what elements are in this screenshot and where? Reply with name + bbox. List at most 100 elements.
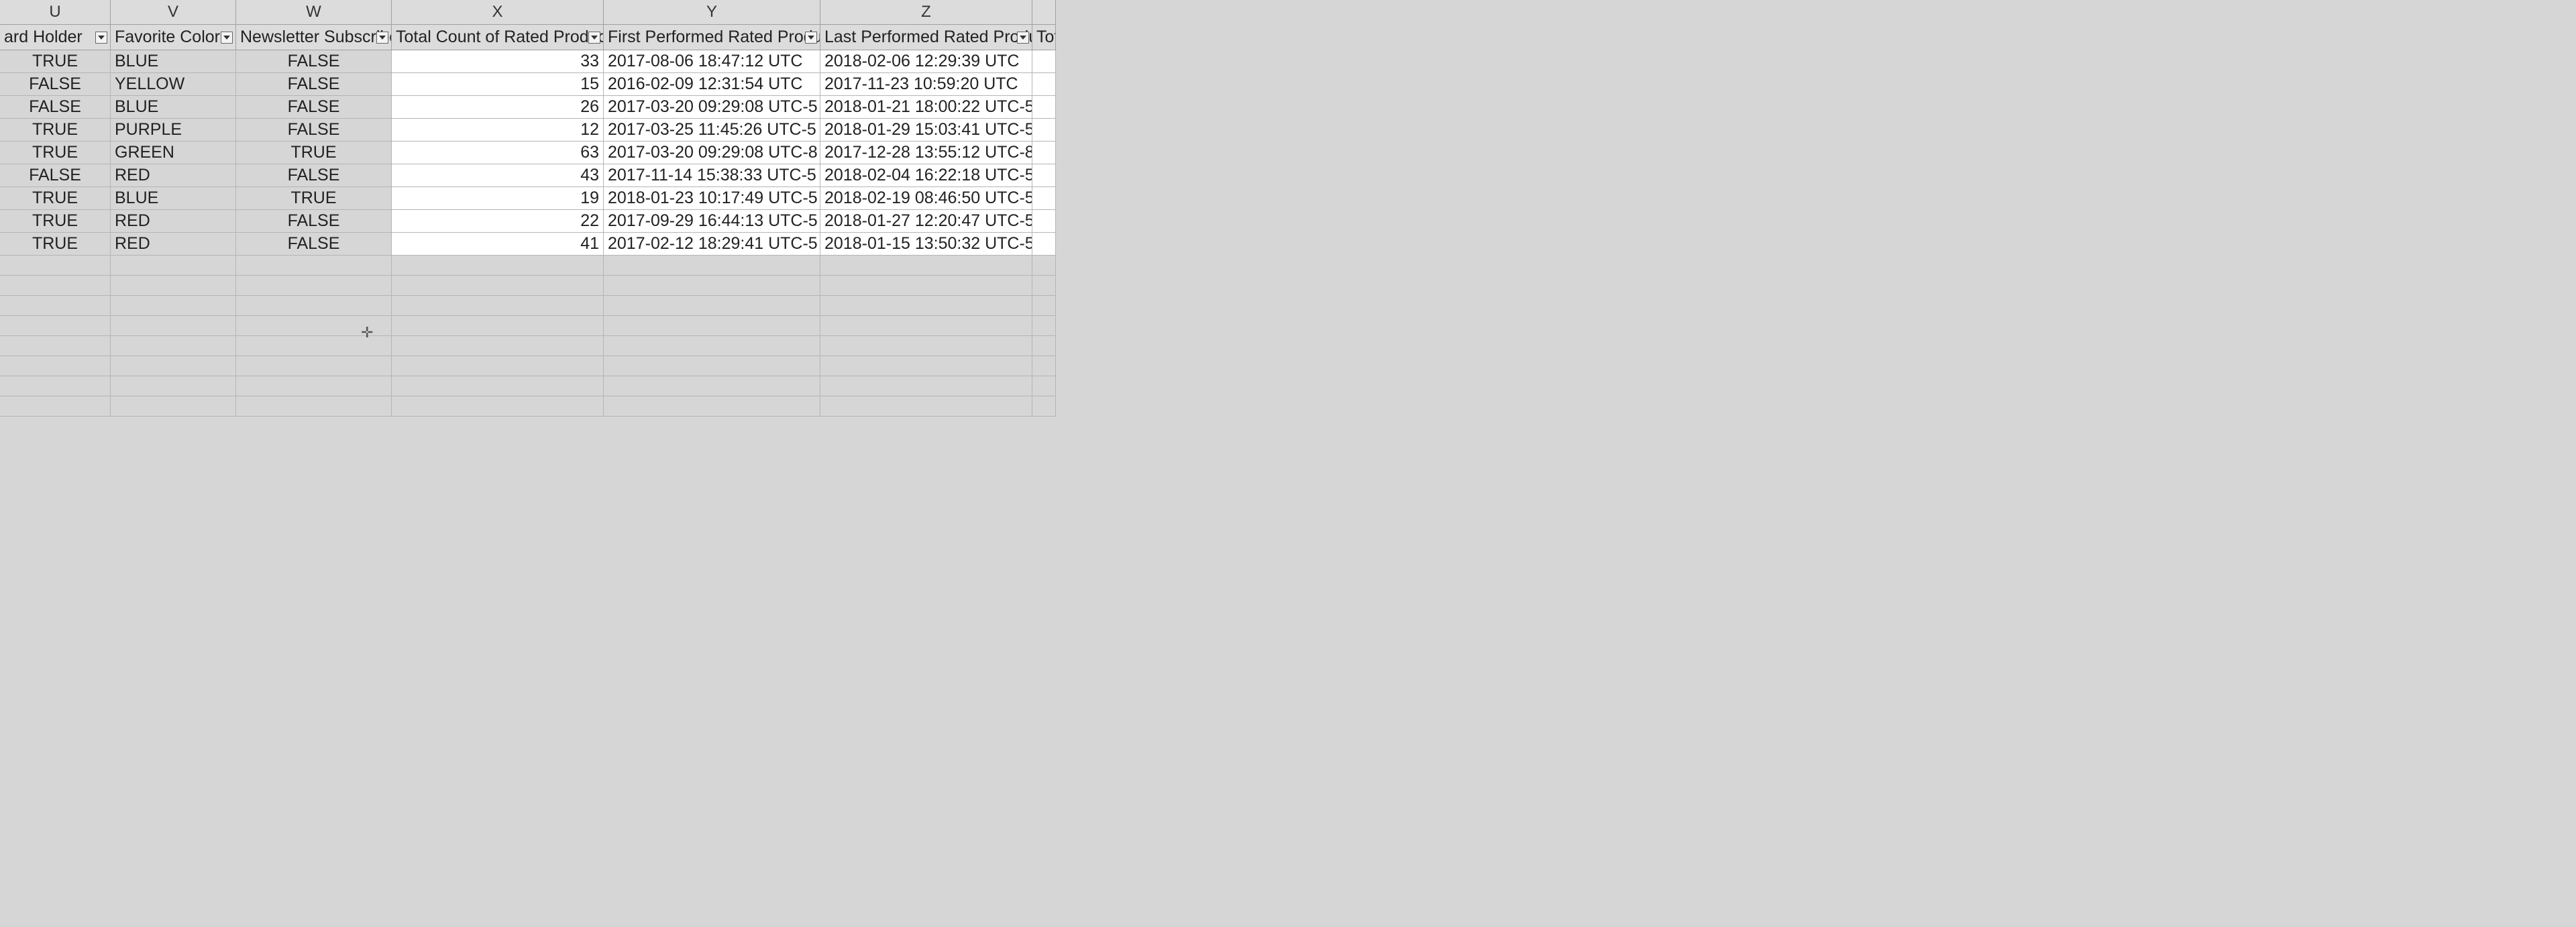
- empty-cell[interactable]: [236, 276, 392, 296]
- cell[interactable]: FALSE: [236, 119, 392, 142]
- column-header-w[interactable]: W: [236, 0, 392, 25]
- filter-header[interactable]: Last Performed Rated Product: [820, 25, 1032, 50]
- empty-cell[interactable]: [1032, 396, 1056, 417]
- cell[interactable]: 41: [392, 233, 604, 256]
- filter-dropdown-icon[interactable]: [805, 32, 817, 44]
- empty-cell[interactable]: [1032, 256, 1056, 276]
- cell[interactable]: 2017-03-20 09:29:08 UTC-8: [604, 142, 820, 164]
- empty-cell[interactable]: [820, 316, 1032, 336]
- empty-cell[interactable]: [0, 276, 111, 296]
- empty-cell[interactable]: [392, 296, 604, 316]
- cell[interactable]: 19: [392, 187, 604, 210]
- empty-cell[interactable]: [111, 356, 236, 376]
- cell[interactable]: FALSE: [236, 96, 392, 119]
- cell[interactable]: 2017-12-28 13:55:12 UTC-8: [820, 142, 1032, 164]
- filter-dropdown-icon[interactable]: [588, 32, 600, 44]
- empty-cell[interactable]: [392, 276, 604, 296]
- column-header-overflow[interactable]: [1032, 0, 1056, 25]
- filter-header-overflow[interactable]: Tot: [1032, 25, 1056, 50]
- cell[interactable]: FALSE: [0, 73, 111, 96]
- cell[interactable]: TRUE: [236, 142, 392, 164]
- empty-cell[interactable]: [820, 256, 1032, 276]
- empty-cell[interactable]: [1032, 276, 1056, 296]
- empty-cell[interactable]: [392, 336, 604, 356]
- filter-dropdown-icon[interactable]: [221, 32, 233, 44]
- cell[interactable]: TRUE: [0, 210, 111, 233]
- cell[interactable]: 15: [392, 73, 604, 96]
- cell[interactable]: 22: [392, 210, 604, 233]
- cell[interactable]: 26: [392, 96, 604, 119]
- cell[interactable]: TRUE: [0, 50, 111, 73]
- empty-cell[interactable]: [111, 376, 236, 396]
- cell[interactable]: 2018-01-21 18:00:22 UTC-5: [820, 96, 1032, 119]
- cell[interactable]: 2017-02-12 18:29:41 UTC-5: [604, 233, 820, 256]
- empty-cell[interactable]: [0, 376, 111, 396]
- cell[interactable]: YELLOW: [111, 73, 236, 96]
- cell[interactable]: TRUE: [0, 119, 111, 142]
- empty-cell[interactable]: [111, 316, 236, 336]
- empty-cell[interactable]: [604, 396, 820, 417]
- cell[interactable]: FALSE: [236, 164, 392, 187]
- empty-cell[interactable]: [604, 356, 820, 376]
- empty-cell[interactable]: [1032, 296, 1056, 316]
- cell-overflow[interactable]: [1032, 119, 1056, 142]
- column-header-z[interactable]: Z: [820, 0, 1032, 25]
- cell[interactable]: 2018-01-15 13:50:32 UTC-5: [820, 233, 1032, 256]
- spreadsheet-grid[interactable]: UVWXYZard HolderFavorite ColorNewsletter…: [0, 0, 2576, 417]
- cell[interactable]: 2018-01-29 15:03:41 UTC-5: [820, 119, 1032, 142]
- filter-header[interactable]: First Performed Rated Product: [604, 25, 820, 50]
- cell[interactable]: FALSE: [236, 73, 392, 96]
- empty-cell[interactable]: [1032, 356, 1056, 376]
- filter-header[interactable]: Newsletter Subscriber: [236, 25, 392, 50]
- empty-cell[interactable]: [0, 296, 111, 316]
- empty-cell[interactable]: [0, 316, 111, 336]
- empty-cell[interactable]: [236, 356, 392, 376]
- cell-overflow[interactable]: [1032, 210, 1056, 233]
- empty-cell[interactable]: [820, 376, 1032, 396]
- cell[interactable]: 2017-09-29 16:44:13 UTC-5: [604, 210, 820, 233]
- empty-cell[interactable]: [236, 376, 392, 396]
- empty-cell[interactable]: [236, 396, 392, 417]
- cell-overflow[interactable]: [1032, 73, 1056, 96]
- cell[interactable]: 43: [392, 164, 604, 187]
- cell[interactable]: FALSE: [236, 233, 392, 256]
- cell[interactable]: 2017-08-06 18:47:12 UTC: [604, 50, 820, 73]
- filter-dropdown-icon[interactable]: [376, 32, 388, 44]
- cell-overflow[interactable]: [1032, 233, 1056, 256]
- empty-cell[interactable]: [604, 336, 820, 356]
- cell[interactable]: TRUE: [0, 187, 111, 210]
- cell[interactable]: RED: [111, 233, 236, 256]
- empty-cell[interactable]: [392, 316, 604, 336]
- empty-cell[interactable]: [236, 256, 392, 276]
- empty-cell[interactable]: [392, 376, 604, 396]
- empty-cell[interactable]: [0, 336, 111, 356]
- empty-cell[interactable]: [820, 296, 1032, 316]
- cell[interactable]: PURPLE: [111, 119, 236, 142]
- empty-cell[interactable]: [392, 356, 604, 376]
- filter-header[interactable]: Favorite Color: [111, 25, 236, 50]
- column-header-v[interactable]: V: [111, 0, 236, 25]
- empty-cell[interactable]: [820, 336, 1032, 356]
- cell[interactable]: TRUE: [236, 187, 392, 210]
- cell-overflow[interactable]: [1032, 50, 1056, 73]
- empty-cell[interactable]: [820, 396, 1032, 417]
- cell[interactable]: RED: [111, 210, 236, 233]
- cell[interactable]: FALSE: [236, 50, 392, 73]
- cell[interactable]: 2018-02-19 08:46:50 UTC-5: [820, 187, 1032, 210]
- empty-cell[interactable]: [236, 336, 392, 356]
- cell[interactable]: 2018-02-04 16:22:18 UTC-5: [820, 164, 1032, 187]
- empty-cell[interactable]: [0, 356, 111, 376]
- empty-cell[interactable]: [604, 256, 820, 276]
- cell[interactable]: TRUE: [0, 142, 111, 164]
- empty-cell[interactable]: [1032, 336, 1056, 356]
- cell[interactable]: 33: [392, 50, 604, 73]
- cell[interactable]: TRUE: [0, 233, 111, 256]
- empty-cell[interactable]: [1032, 376, 1056, 396]
- empty-cell[interactable]: [0, 256, 111, 276]
- empty-cell[interactable]: [111, 296, 236, 316]
- cell[interactable]: 63: [392, 142, 604, 164]
- column-header-y[interactable]: Y: [604, 0, 820, 25]
- cell[interactable]: GREEN: [111, 142, 236, 164]
- cell-overflow[interactable]: [1032, 96, 1056, 119]
- empty-cell[interactable]: [0, 396, 111, 417]
